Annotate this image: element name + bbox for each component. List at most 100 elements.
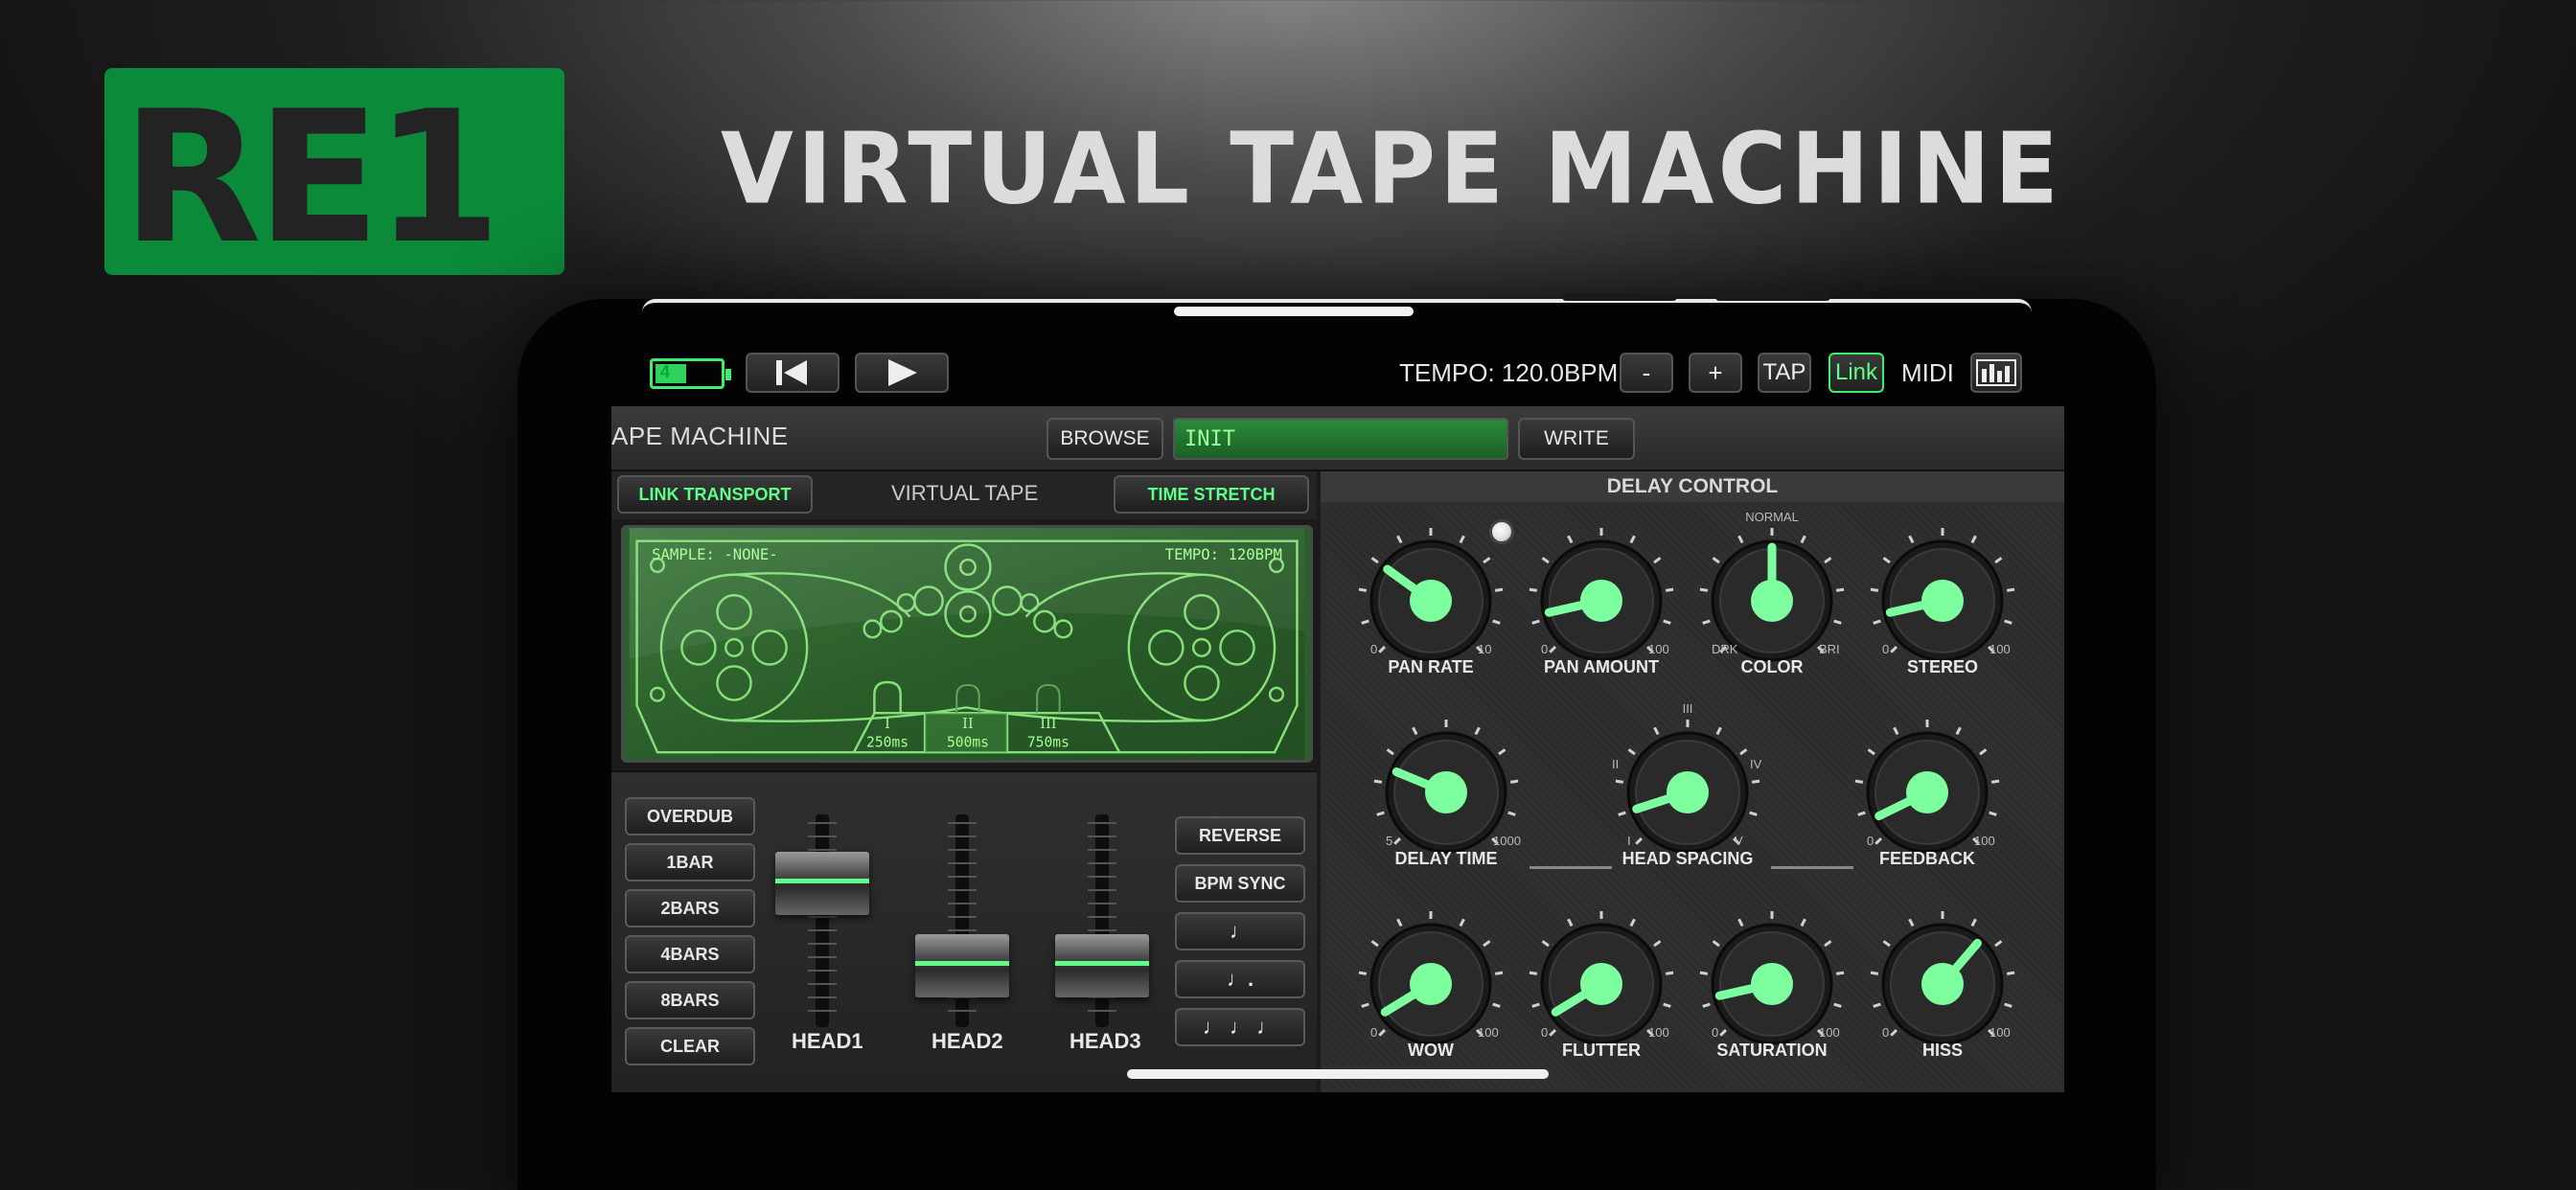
fader-tick	[948, 876, 977, 878]
fader-tick	[808, 822, 837, 824]
2bars-button[interactable]: 2BARS	[625, 889, 755, 927]
triplet-button[interactable]: ♩ ♩ ♩	[1175, 1008, 1305, 1046]
battery-icon: 4	[650, 358, 731, 389]
knob-label: PAN AMOUNT	[1544, 657, 1659, 676]
knob-min-label: 5	[1386, 834, 1393, 848]
fader-tick	[948, 835, 977, 837]
knob-min-label: DRK	[1712, 642, 1738, 656]
knob-label: FLUTTER	[1562, 1041, 1641, 1060]
head-2-time: 500ms	[947, 734, 989, 750]
side-button	[1715, 293, 1830, 301]
tape-display: SAMPLE: -NONE- TEMPO: 120BPM I 250ms II …	[621, 525, 1313, 763]
knob-label: HEAD SPACING	[1622, 849, 1754, 868]
quarter-note-button[interactable]: ♩	[1175, 912, 1305, 950]
head-3-time: 750ms	[1027, 734, 1070, 750]
re1-logo: RE1	[104, 68, 564, 275]
time-stretch-button[interactable]: TIME STRETCH	[1114, 475, 1309, 514]
knob-max-label: 100	[1990, 1025, 2011, 1040]
fader-tick	[1088, 835, 1116, 837]
fader-tick	[1088, 862, 1116, 864]
knob-label: STEREO	[1906, 657, 1978, 676]
fader-tick	[948, 889, 977, 891]
preset-name-field[interactable]: INIT	[1173, 418, 1508, 460]
fader-tick	[1088, 929, 1116, 931]
reverse-button[interactable]: REVERSE	[1175, 816, 1305, 855]
knob-max-label: 100	[1974, 834, 1995, 848]
fader-tick	[948, 849, 977, 851]
4bars-button[interactable]: 4BARS	[625, 935, 755, 973]
knob-top-label: NORMAL	[1745, 510, 1799, 524]
knob-max-label: 100	[1648, 1025, 1669, 1040]
fader-tick	[808, 943, 837, 945]
knob-min-label: 0	[1370, 642, 1378, 656]
knob-min-label: 0	[1370, 1025, 1378, 1040]
fader-handle-2[interactable]	[915, 933, 1009, 997]
knob-min-label: 0	[1541, 1025, 1549, 1040]
knob-max-label: 10	[1478, 642, 1492, 656]
fader-tick	[948, 929, 977, 931]
knob-max-label: V	[1735, 834, 1743, 848]
virtual-tape-label: VIRTUAL TAPE	[891, 481, 1039, 505]
app-header: APE MACHINE BROWSE INIT WRITE	[611, 406, 2064, 471]
write-button[interactable]: WRITE	[1518, 418, 1635, 460]
fader-tick	[1088, 916, 1116, 918]
knob-label: FEEDBACK	[1878, 849, 1975, 868]
link-button[interactable]: Link	[1828, 353, 1884, 393]
connector-line	[1530, 866, 1612, 869]
rewind-button[interactable]	[746, 353, 840, 393]
knob-min-label: 0	[1867, 834, 1874, 848]
fader-tick	[808, 929, 837, 931]
tempo-minus-button[interactable]: -	[1620, 353, 1673, 393]
meter-button[interactable]	[1970, 353, 2022, 393]
side-button	[1562, 293, 1677, 301]
knob-label: SATURATION	[1716, 1041, 1828, 1060]
knob-label: WOW	[1408, 1041, 1454, 1060]
1bar-button[interactable]: 1BAR	[625, 843, 755, 881]
battery-level: 4	[660, 362, 671, 381]
knob-min-label: 0	[1882, 1025, 1890, 1040]
fader-tick	[1088, 876, 1116, 878]
skip-back-icon	[776, 360, 807, 385]
link-transport-button[interactable]: LINK TRANSPORT	[617, 475, 813, 514]
bpm-sync-button[interactable]: BPM SYNC	[1175, 864, 1305, 903]
fader-label-head2: HEAD2	[932, 1029, 1003, 1053]
fader-tick	[1088, 903, 1116, 904]
fader-label-head1: HEAD1	[792, 1029, 863, 1053]
midi-button[interactable]: MIDI	[1901, 358, 1954, 388]
fader-tick	[948, 903, 977, 904]
app-title: APE MACHINE	[611, 422, 789, 450]
fader-tick	[808, 970, 837, 972]
dotted-note-button[interactable]: ♩.	[1175, 960, 1305, 998]
overdub-button[interactable]: OVERDUB	[625, 797, 755, 835]
knob-min-label: 0	[1541, 642, 1549, 656]
head-2-num: II	[962, 716, 974, 732]
8bars-button[interactable]: 8BARS	[625, 981, 755, 1019]
fader-tick	[1088, 1010, 1116, 1012]
clear-button[interactable]: CLEAR	[625, 1027, 755, 1065]
fader-handle-1[interactable]	[775, 852, 869, 915]
head-3-num: III	[1040, 716, 1056, 732]
fader-tick	[808, 996, 837, 998]
fader-tick	[808, 1010, 837, 1012]
fader-tick	[1088, 849, 1116, 851]
level-meter-icon	[1976, 359, 2016, 386]
fader-tick	[808, 956, 837, 958]
home-indicator[interactable]	[1127, 1069, 1549, 1079]
tempo-plus-button[interactable]: +	[1689, 353, 1742, 393]
tap-button[interactable]: TAP	[1758, 353, 1811, 393]
knob-label: PAN RATE	[1388, 657, 1474, 676]
knob-min-label: 0	[1712, 1025, 1719, 1040]
fader-handle-3[interactable]	[1055, 933, 1149, 997]
play-button[interactable]	[855, 353, 949, 393]
head-1-num: I	[885, 716, 890, 732]
browse-button[interactable]: BROWSE	[1046, 418, 1163, 460]
knob-max-label: 100	[1819, 1025, 1840, 1040]
fader-tick	[948, 916, 977, 918]
knob-right-label: IV	[1750, 757, 1762, 771]
play-icon	[888, 359, 917, 386]
fader-tick	[1088, 822, 1116, 824]
fader-track-1[interactable]	[816, 814, 829, 1027]
fader-tick	[948, 862, 977, 864]
knob-label: COLOR	[1740, 657, 1804, 676]
delay-control-section: DELAY CONTROL PAN RATE 0 10 PAN AMOUNT 0 100 C…	[1321, 471, 2064, 1092]
